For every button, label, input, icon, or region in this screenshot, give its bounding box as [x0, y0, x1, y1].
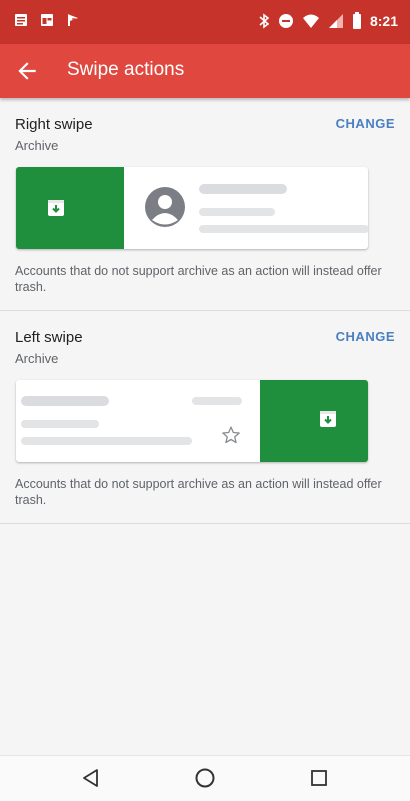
placeholder-line — [21, 420, 99, 428]
placeholder-line — [199, 184, 287, 194]
right-swipe-title: Right swipe — [15, 116, 93, 133]
window-icon — [41, 14, 53, 26]
archive-icon — [320, 411, 336, 427]
archive-background — [260, 380, 368, 462]
divider — [0, 523, 410, 524]
left-swipe-note: Accounts that do not support archive as … — [15, 477, 382, 507]
placeholder-line — [21, 396, 109, 406]
left-swipe-preview — [16, 380, 368, 462]
system-nav-bar — [0, 755, 410, 801]
recents-square-icon[interactable] — [308, 767, 330, 789]
status-bar: 8:21 — [0, 0, 410, 44]
avatar-icon — [145, 187, 185, 227]
right-swipe-section[interactable]: Right swipe Archive CHANGE Accounts that… — [0, 98, 410, 310]
arrow-back-icon[interactable] — [14, 58, 40, 84]
back-triangle-icon[interactable] — [80, 767, 102, 789]
home-circle-icon[interactable] — [194, 767, 216, 789]
page-title: Swipe actions — [67, 59, 185, 80]
bluetooth-icon — [259, 12, 270, 29]
battery-icon — [352, 12, 361, 29]
placeholder-line — [199, 208, 275, 216]
right-swipe-value: Archive — [15, 138, 59, 153]
archive-icon — [48, 200, 64, 216]
placeholder-line — [192, 397, 242, 405]
right-swipe-preview — [16, 167, 368, 249]
clock: 8:21 — [369, 12, 398, 29]
left-swipe-value: Archive — [15, 351, 59, 366]
right-swipe-change-button[interactable]: CHANGE — [336, 116, 395, 131]
system-icons: 8:21 — [258, 12, 398, 29]
left-swipe-section[interactable]: Left swipe Archive CHANGE Accounts that … — [0, 311, 410, 523]
left-swipe-title: Left swipe — [15, 329, 83, 346]
app-bar: Swipe actions — [0, 44, 410, 98]
signal-icon — [328, 13, 343, 28]
message-icon — [15, 14, 27, 26]
left-swipe-change-button[interactable]: CHANGE — [336, 329, 395, 344]
do-not-disturb-icon — [278, 13, 293, 28]
right-swipe-note: Accounts that do not support archive as … — [15, 264, 382, 294]
flag-icon — [68, 14, 78, 26]
archive-background — [16, 167, 124, 249]
notification-icons — [14, 13, 80, 27]
placeholder-line — [21, 437, 192, 445]
star-icon — [222, 426, 240, 444]
wifi-icon — [302, 14, 319, 28]
placeholder-line — [199, 225, 368, 233]
